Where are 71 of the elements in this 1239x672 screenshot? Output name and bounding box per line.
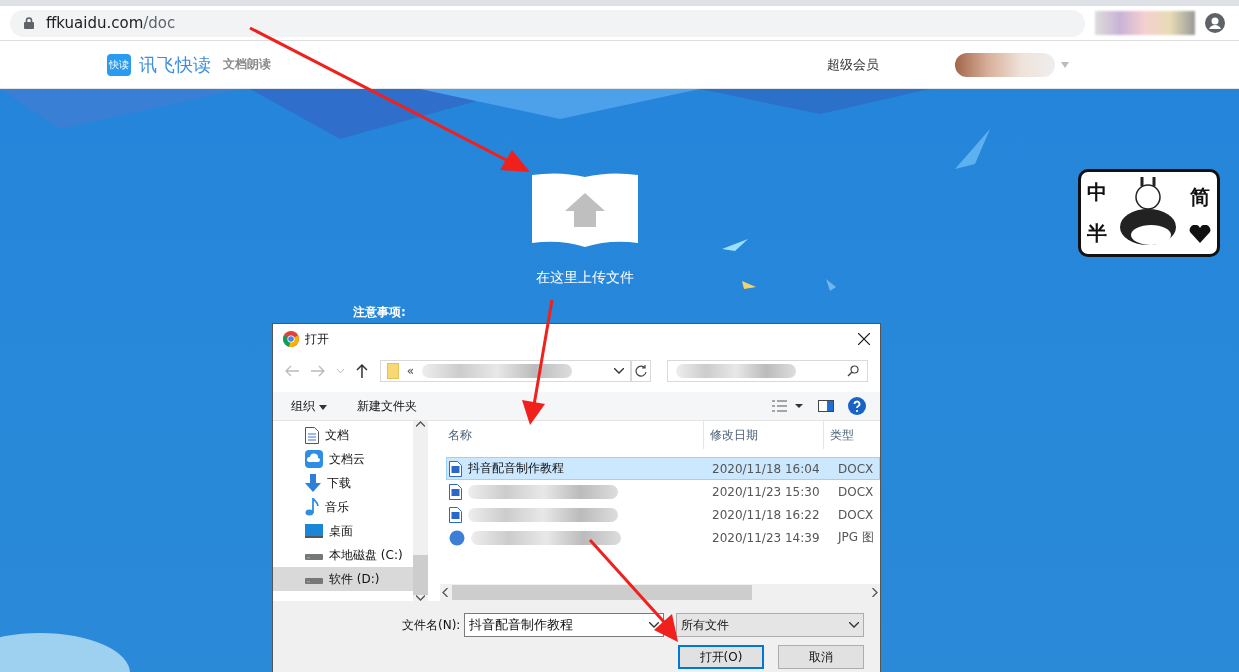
filename-field[interactable]: 抖音配音制作教程 [464, 613, 665, 637]
upload-book-icon[interactable] [530, 171, 640, 249]
file-row[interactable]: 2020/11/23 14:39 JPG 图 [446, 526, 880, 549]
search-icon [847, 365, 859, 377]
scroll-up-icon[interactable] [416, 421, 425, 427]
nav-pane-item[interactable]: 音乐 [273, 495, 413, 519]
dropdown-caret-icon[interactable] [613, 368, 624, 374]
ime-script-text[interactable]: 简 [1190, 183, 1210, 211]
notice-title: 注意事项: [353, 304, 406, 321]
heart-icon [1189, 224, 1211, 243]
music-note-icon [305, 498, 319, 516]
lock-icon [24, 17, 34, 29]
preview-pane-icon[interactable] [818, 400, 834, 412]
dialog-title: 打开 [305, 330, 329, 348]
ime-width-text[interactable]: 半 [1087, 220, 1107, 247]
close-icon[interactable] [858, 333, 870, 345]
cancel-button[interactable]: 取消 [778, 645, 864, 669]
search-field[interactable] [666, 360, 868, 382]
document-icon [305, 426, 319, 444]
monitor-icon [305, 524, 323, 538]
decorative-shard [826, 279, 836, 291]
column-header[interactable]: 类型 [824, 421, 880, 449]
folder-icon [386, 363, 399, 379]
scrollbar-thumb[interactable] [452, 585, 752, 600]
file-type-dropdown[interactable]: 所有文件 [676, 613, 865, 637]
nav-pane-item[interactable]: 文档 [273, 423, 413, 447]
file-row[interactable]: 2020/11/18 16:22 DOCX [446, 503, 880, 526]
decorative-shard [742, 281, 756, 289]
horizontal-scrollbar[interactable] [440, 584, 880, 601]
file-row[interactable]: 2020/11/23 15:30 DOCX [446, 480, 880, 503]
open-button[interactable]: 打开(O) [678, 645, 764, 669]
scroll-left-icon[interactable] [442, 588, 448, 597]
vip-link[interactable]: 超级会员 [827, 55, 879, 74]
file-row[interactable]: 抖音配音制作教程 2020/11/18 16:04 DOCX [446, 457, 880, 480]
nav-pane-item[interactable]: 文档云 [273, 447, 413, 471]
chrome-icon [283, 331, 299, 347]
organize-menu[interactable]: 组织 [291, 397, 327, 415]
view-options-icon[interactable] [772, 400, 804, 412]
cloud-icon [305, 450, 323, 468]
tagline: 文档朗读 [223, 56, 271, 73]
caret-icon[interactable] [318, 404, 327, 410]
new-folder-button[interactable]: 新建文件夹 [356, 397, 417, 415]
ime-status-bar[interactable]: 中 半 简 [1078, 169, 1220, 257]
word-file-icon [449, 506, 462, 523]
path-field[interactable]: « [379, 360, 631, 382]
refresh-button[interactable] [630, 360, 651, 382]
url-text: ffkuaidu.com/doc [46, 14, 176, 32]
nav-pane-item[interactable]: 本地磁盘 (C:) [273, 543, 413, 567]
vertical-scrollbar[interactable] [413, 421, 428, 601]
scroll-down-icon[interactable] [416, 595, 425, 601]
dropdown-caret-icon[interactable] [849, 622, 860, 628]
down-arrow-icon [305, 474, 321, 492]
up-arrow-icon[interactable] [355, 364, 368, 378]
word-file-icon [449, 460, 462, 477]
upload-label[interactable]: 在这里上传文件 [536, 269, 634, 287]
scroll-right-icon[interactable] [872, 588, 878, 597]
help-icon[interactable] [848, 397, 866, 415]
decorative-shard [955, 129, 990, 169]
nav-pane-item[interactable]: 软件 (D:) [273, 567, 413, 591]
scrollbar-thumb[interactable] [413, 555, 428, 595]
profile-icon[interactable] [1205, 13, 1225, 33]
word-file-icon [449, 483, 462, 500]
nav-pane-item[interactable]: 桌面 [273, 519, 413, 543]
nav-pane-item[interactable]: 下载 [273, 471, 413, 495]
decorative-shard [722, 239, 748, 251]
image-file-icon [449, 529, 465, 546]
ime-mode-text[interactable]: 中 [1087, 179, 1107, 206]
filename-label: 文件名(N): [402, 616, 461, 634]
refresh-icon [634, 365, 647, 377]
column-header[interactable]: 修改日期 [704, 421, 824, 449]
address-bar[interactable]: ffkuaidu.com/doc [10, 9, 1085, 37]
